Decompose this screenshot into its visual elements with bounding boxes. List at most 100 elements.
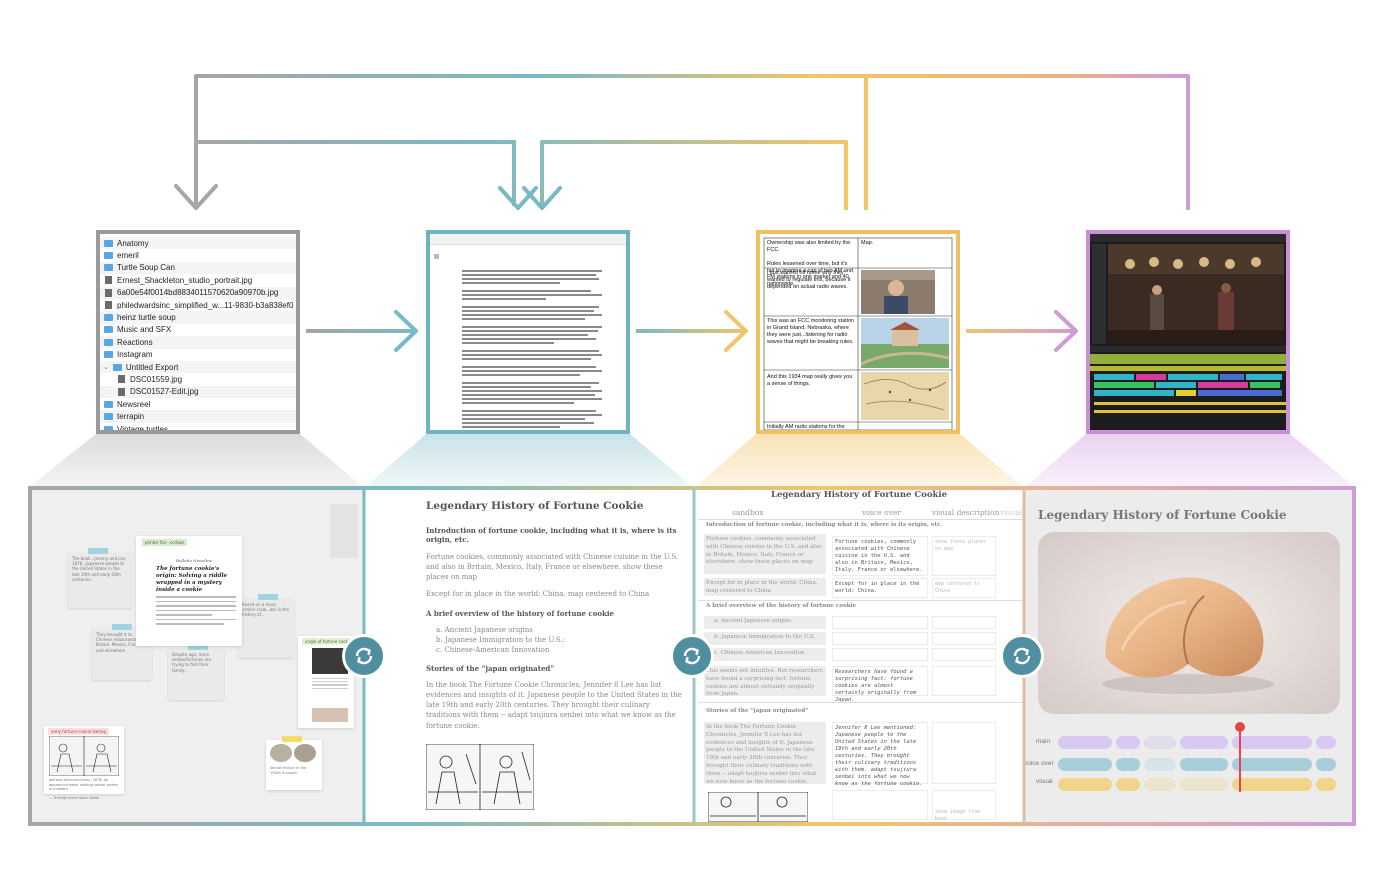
fortune-cookie-image[interactable] (1038, 532, 1340, 714)
file-list-item[interactable]: Music and SFX (100, 324, 296, 336)
file-list-item[interactable]: 6a00e54f0014bd8834011570620a90970b.jpg (100, 286, 296, 299)
playhead-knob[interactable] (1235, 722, 1245, 732)
visual-description-cell[interactable] (932, 616, 996, 629)
voice-over-cell[interactable] (832, 616, 928, 629)
sandbox-cell[interactable]: a. Ancient Japanese origins (704, 616, 826, 629)
voice-over-cell[interactable] (832, 790, 928, 820)
file-list-item[interactable]: Ernest_Shackleton_studio_portrait.jpg (100, 274, 296, 286)
folder-icon (104, 351, 113, 359)
doc-paragraph[interactable]: In the book The Fortune Cookie Chronicle… (426, 680, 686, 731)
image-file-icon (118, 387, 125, 396)
main-clip[interactable] (1116, 736, 1140, 749)
visual-description-cell[interactable]: show image from book (932, 790, 996, 822)
article-card[interactable]: printer fan - scribes Bulletin Newsline … (136, 536, 242, 646)
visual-clip[interactable] (1232, 778, 1312, 791)
playhead[interactable] (1239, 724, 1241, 792)
column-header-visual-description[interactable]: visual description (932, 508, 999, 517)
sandbox-panel[interactable]: The book...Jeremy and Lee, 1878...Japane… (28, 486, 364, 826)
woodcut-illustration[interactable] (426, 744, 534, 810)
coin-card[interactable]: Senbei history in the 1900s is shown (266, 736, 322, 790)
sync-button[interactable] (670, 634, 714, 678)
sticky-note[interactable]: Based on a more similar crow...bar in th… (238, 594, 294, 658)
chevron-down-icon[interactable]: ⌄ (103, 363, 109, 371)
file-list-item[interactable]: philedwardsinc_simplified_w...11-9830-b3… (100, 299, 296, 311)
file-list-item[interactable]: Vintage turtles (100, 423, 296, 430)
visual-description-cell[interactable] (932, 648, 996, 661)
file-list-item[interactable]: Instagram (100, 349, 296, 361)
script-table-panel[interactable]: Legendary History of Fortune Cookie sand… (694, 486, 1024, 826)
text-line (462, 306, 600, 308)
file-list: Anatomy emeril Turtle Soup Can Ernest_Shack… (100, 234, 296, 430)
sticky-note[interactable]: Despite ago, more senbei/fortunes are tr… (168, 644, 224, 700)
file-list-item[interactable]: ⌄ Untitled Export (100, 360, 296, 374)
visual-clip[interactable] (1180, 778, 1228, 791)
voice-over-clip[interactable] (1058, 758, 1112, 771)
sandbox-cell[interactable]: Except for in place in the world: China.… (704, 578, 826, 596)
file-list-item[interactable]: terrapin (100, 410, 296, 423)
article-headline: The fortune cookie's origin: Solving a r… (156, 566, 228, 593)
main-clip[interactable] (1180, 736, 1228, 749)
early-baking-caption: Jaeheon deconstruction, 1878; an apprent… (49, 778, 119, 801)
voice-over-cell[interactable]: Except for in place in the world: China. (832, 578, 928, 598)
file-list-item[interactable]: DSC01527-Edit.jpg (100, 385, 296, 399)
doc-list-item[interactable]: a. Ancient Japanese origins (436, 625, 686, 635)
main-clip[interactable] (1316, 736, 1336, 749)
file-list-item[interactable]: Reactions (100, 336, 296, 349)
doc-list-item[interactable]: c. Chinese-American Innovation (436, 645, 686, 655)
visual-clip[interactable] (1116, 778, 1140, 791)
early-baking-card[interactable]: early fortune cookie baking Jaeheon deco… (44, 726, 124, 800)
file-name: DSC01559.jpg (130, 374, 183, 384)
voice-over-cell[interactable]: Fortune cookies, commonly associated wit… (832, 536, 928, 576)
doc-paragraph[interactable]: Except for in place in the world: China.… (426, 589, 686, 599)
file-list-item[interactable]: Anatomy (100, 237, 296, 250)
sync-button[interactable] (342, 634, 386, 678)
visual-description-cell[interactable]: show these places on map (932, 536, 996, 576)
doc-list-item[interactable]: b. Japanese Immigration to the U.S.: (436, 635, 686, 645)
voice-over-cell[interactable]: Researchers have found a surprising fact… (832, 666, 928, 703)
sandbox-cell[interactable]: Fortune cookies, commonly associated wit… (704, 534, 826, 574)
visual-description-cell[interactable] (932, 666, 996, 696)
voice-over-clip[interactable] (1144, 758, 1176, 771)
sticky-note[interactable]: The book...Jeremy and Lee, 1878...Japane… (68, 548, 132, 608)
video-editor-thumbnail (1086, 230, 1290, 434)
file-list-item[interactable]: Newsreel (100, 398, 296, 410)
voice-over-cell[interactable] (832, 648, 928, 661)
visual-clip[interactable] (1058, 778, 1112, 791)
column-header-sandbox[interactable]: sandbox (732, 508, 764, 517)
doc-sidebar-icon (434, 254, 439, 259)
video-timeline-panel[interactable]: Legendary History of Fortune Cookie main… (1024, 486, 1356, 826)
text-line (462, 278, 600, 280)
file-list-item[interactable]: DSC01559.jpg (100, 373, 296, 385)
column-header-visual[interactable]: visual (1000, 508, 1022, 517)
visual-description-cell[interactable]: map centered to China (932, 578, 996, 598)
main-clip[interactable] (1232, 736, 1312, 749)
voice-over-clip[interactable] (1180, 758, 1228, 771)
early-baking-tag: early fortune cookie baking (48, 728, 109, 735)
voice-over-clip[interactable] (1116, 758, 1140, 771)
file-list-item[interactable]: Turtle Soup Can (100, 261, 296, 275)
main-clip[interactable] (1144, 736, 1176, 749)
sync-button[interactable] (1000, 634, 1044, 678)
text-line (462, 354, 602, 356)
column-header-voice-over[interactable]: voice over (862, 508, 901, 517)
visual-clip[interactable] (1144, 778, 1176, 791)
visual-description-cell[interactable] (932, 722, 996, 784)
voice-over-cell[interactable]: Jennifer 8 Lee mentioned: Japanese peopl… (832, 722, 928, 787)
visual-clip[interactable] (1316, 778, 1336, 791)
file-list-item[interactable]: heinz turtle soup (100, 311, 296, 324)
woodcut-illustration[interactable] (708, 792, 808, 822)
sandbox-cell[interactable]: In the book The Fortune Cookie Chronicle… (704, 722, 826, 785)
sandbox-cell[interactable]: c. Chinese-American Innovation (704, 648, 826, 661)
voice-over-clip[interactable] (1232, 758, 1312, 771)
sandbox-cell[interactable]: This seems not intuitive. But researcher… (704, 666, 826, 697)
document-panel[interactable]: Legendary History of Fortune Cookie Intr… (364, 486, 694, 826)
voice-over-cell[interactable] (832, 632, 928, 645)
visual-description-cell[interactable] (932, 632, 996, 645)
image-file-icon (105, 276, 112, 285)
file-list-item[interactable]: emeril (100, 249, 296, 261)
sandbox-cell[interactable]: b. Japanese Immigration to the U.S. (704, 632, 826, 645)
text-line (462, 282, 560, 284)
main-clip[interactable] (1058, 736, 1112, 749)
doc-paragraph[interactable]: Fortune cookies, commonly associated wit… (426, 552, 686, 582)
voice-over-clip[interactable] (1316, 758, 1336, 771)
